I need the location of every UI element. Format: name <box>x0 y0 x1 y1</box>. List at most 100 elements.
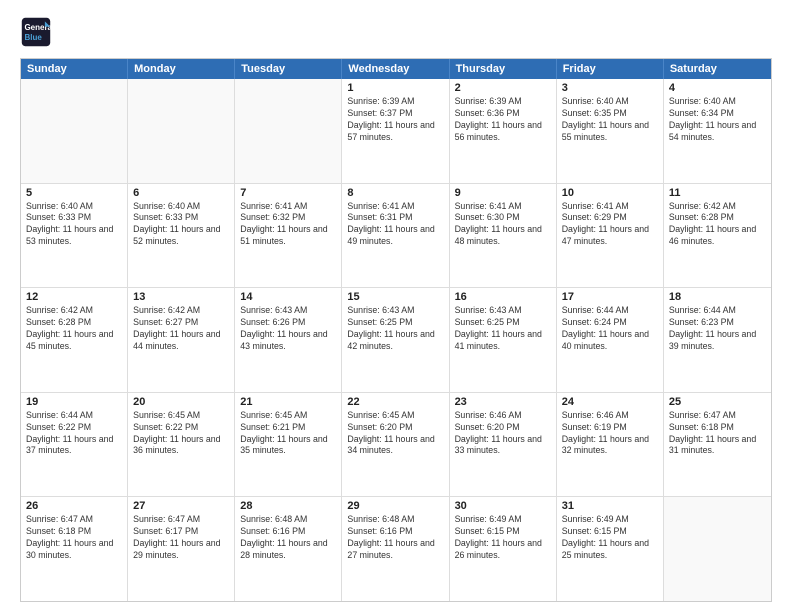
calendar-cell: 15Sunrise: 6:43 AMSunset: 6:25 PMDayligh… <box>342 288 449 392</box>
calendar-row-5: 26 Sunrise: 6:47 AMSunset: 6:18 PMDayligh… <box>21 496 771 601</box>
day-number: 13 <box>133 291 229 303</box>
calendar-cell: 5 Sunrise: 6:40 AMSunset: 6:33 PMDaylight… <box>21 184 128 288</box>
header-day-saturday: Saturday <box>664 59 771 79</box>
cell-info: Sunrise: 6:45 AMSunset: 6:22 PMDaylight:… <box>133 410 229 458</box>
day-number: 8 <box>347 187 443 199</box>
cell-info: Sunrise: 6:44 AMSunset: 6:22 PMDaylight:… <box>26 410 122 458</box>
calendar-cell: 27 Sunrise: 6:47 AMSunset: 6:17 PMDayligh… <box>128 497 235 601</box>
cell-info: Sunrise: 6:40 AMSunset: 6:35 PMDaylight:… <box>562 96 658 144</box>
calendar-cell: 23 Sunrise: 6:46 AMSunset: 6:20 PMDayligh… <box>450 393 557 497</box>
cell-info: Sunrise: 6:42 AMSunset: 6:28 PMDaylight:… <box>26 305 122 353</box>
cell-info: Sunrise: 6:40 AMSunset: 6:34 PMDaylight:… <box>669 96 766 144</box>
cell-info: Sunrise: 6:47 AMSunset: 6:18 PMDaylight:… <box>26 514 122 562</box>
day-number: 10 <box>562 187 658 199</box>
calendar-cell: 6Sunrise: 6:40 AMSunset: 6:33 PMDaylight… <box>128 184 235 288</box>
cell-info: Sunrise: 6:43 AMSunset: 6:25 PMDaylight:… <box>347 305 443 353</box>
day-number: 22 <box>347 396 443 408</box>
day-number: 14 <box>240 291 336 303</box>
calendar-row-4: 19 Sunrise: 6:44 AMSunset: 6:22 PMDayligh… <box>21 392 771 497</box>
logo-icon: General Blue <box>20 16 52 48</box>
calendar-cell: 1Sunrise: 6:39 AMSunset: 6:37 PMDaylight… <box>342 79 449 183</box>
day-number: 19 <box>26 396 122 408</box>
day-number: 12 <box>26 291 122 303</box>
calendar-cell: 10 Sunrise: 6:41 AMSunset: 6:29 PMDayligh… <box>557 184 664 288</box>
calendar-cell: 30Sunrise: 6:49 AMSunset: 6:15 PMDayligh… <box>450 497 557 601</box>
day-number: 25 <box>669 396 766 408</box>
calendar-cell: 22 Sunrise: 6:45 AMSunset: 6:20 PMDayligh… <box>342 393 449 497</box>
cell-info: Sunrise: 6:46 AMSunset: 6:19 PMDaylight:… <box>562 410 658 458</box>
cell-info: Sunrise: 6:48 AMSunset: 6:16 PMDaylight:… <box>347 514 443 562</box>
cell-info: Sunrise: 6:49 AMSunset: 6:15 PMDaylight:… <box>562 514 658 562</box>
page: General Blue SundayMondayTuesdayWednesda… <box>0 0 792 612</box>
calendar-cell <box>235 79 342 183</box>
cell-info: Sunrise: 6:41 AMSunset: 6:30 PMDaylight:… <box>455 201 551 249</box>
cell-info: Sunrise: 6:44 AMSunset: 6:23 PMDaylight:… <box>669 305 766 353</box>
day-number: 5 <box>26 187 122 199</box>
cell-info: Sunrise: 6:46 AMSunset: 6:20 PMDaylight:… <box>455 410 551 458</box>
calendar-cell: 18Sunrise: 6:44 AMSunset: 6:23 PMDayligh… <box>664 288 771 392</box>
cell-info: Sunrise: 6:45 AMSunset: 6:20 PMDaylight:… <box>347 410 443 458</box>
calendar-cell: 26 Sunrise: 6:47 AMSunset: 6:18 PMDayligh… <box>21 497 128 601</box>
calendar-cell: 9 Sunrise: 6:41 AMSunset: 6:30 PMDaylight… <box>450 184 557 288</box>
calendar-cell: 21Sunrise: 6:45 AMSunset: 6:21 PMDayligh… <box>235 393 342 497</box>
cell-info: Sunrise: 6:42 AMSunset: 6:27 PMDaylight:… <box>133 305 229 353</box>
day-number: 26 <box>26 500 122 512</box>
calendar-cell: 31 Sunrise: 6:49 AMSunset: 6:15 PMDayligh… <box>557 497 664 601</box>
day-number: 4 <box>669 82 766 94</box>
header-day-sunday: Sunday <box>21 59 128 79</box>
day-number: 31 <box>562 500 658 512</box>
calendar-cell: 13 Sunrise: 6:42 AMSunset: 6:27 PMDayligh… <box>128 288 235 392</box>
calendar-cell: 4 Sunrise: 6:40 AMSunset: 6:34 PMDaylight… <box>664 79 771 183</box>
day-number: 23 <box>455 396 551 408</box>
calendar-cell: 24 Sunrise: 6:46 AMSunset: 6:19 PMDayligh… <box>557 393 664 497</box>
day-number: 17 <box>562 291 658 303</box>
cell-info: Sunrise: 6:45 AMSunset: 6:21 PMDaylight:… <box>240 410 336 458</box>
cell-info: Sunrise: 6:39 AMSunset: 6:36 PMDaylight:… <box>455 96 551 144</box>
calendar-cell <box>664 497 771 601</box>
cell-info: Sunrise: 6:41 AMSunset: 6:29 PMDaylight:… <box>562 201 658 249</box>
cell-info: Sunrise: 6:47 AMSunset: 6:18 PMDaylight:… <box>669 410 766 458</box>
svg-text:Blue: Blue <box>24 33 42 42</box>
calendar-row-1: 1Sunrise: 6:39 AMSunset: 6:37 PMDaylight… <box>21 79 771 183</box>
day-number: 2 <box>455 82 551 94</box>
calendar-body: 1Sunrise: 6:39 AMSunset: 6:37 PMDaylight… <box>21 79 771 601</box>
calendar-header: SundayMondayTuesdayWednesdayThursdayFrid… <box>21 59 771 79</box>
calendar-cell: 2 Sunrise: 6:39 AMSunset: 6:36 PMDaylight… <box>450 79 557 183</box>
calendar: SundayMondayTuesdayWednesdayThursdayFrid… <box>20 58 772 602</box>
day-number: 3 <box>562 82 658 94</box>
day-number: 20 <box>133 396 229 408</box>
day-number: 28 <box>240 500 336 512</box>
calendar-cell: 3 Sunrise: 6:40 AMSunset: 6:35 PMDaylight… <box>557 79 664 183</box>
header-day-wednesday: Wednesday <box>342 59 449 79</box>
cell-info: Sunrise: 6:40 AMSunset: 6:33 PMDaylight:… <box>26 201 122 249</box>
calendar-row-2: 5 Sunrise: 6:40 AMSunset: 6:33 PMDaylight… <box>21 183 771 288</box>
cell-info: Sunrise: 6:43 AMSunset: 6:25 PMDaylight:… <box>455 305 551 353</box>
cell-info: Sunrise: 6:42 AMSunset: 6:28 PMDaylight:… <box>669 201 766 249</box>
day-number: 24 <box>562 396 658 408</box>
cell-info: Sunrise: 6:49 AMSunset: 6:15 PMDaylight:… <box>455 514 551 562</box>
header-day-friday: Friday <box>557 59 664 79</box>
cell-info: Sunrise: 6:44 AMSunset: 6:24 PMDaylight:… <box>562 305 658 353</box>
calendar-cell <box>21 79 128 183</box>
cell-info: Sunrise: 6:41 AMSunset: 6:32 PMDaylight:… <box>240 201 336 249</box>
calendar-cell: 20 Sunrise: 6:45 AMSunset: 6:22 PMDayligh… <box>128 393 235 497</box>
cell-info: Sunrise: 6:47 AMSunset: 6:17 PMDaylight:… <box>133 514 229 562</box>
day-number: 29 <box>347 500 443 512</box>
day-number: 27 <box>133 500 229 512</box>
day-number: 16 <box>455 291 551 303</box>
calendar-cell: 14 Sunrise: 6:43 AMSunset: 6:26 PMDayligh… <box>235 288 342 392</box>
day-number: 7 <box>240 187 336 199</box>
logo: General Blue <box>20 16 56 48</box>
calendar-cell: 8 Sunrise: 6:41 AMSunset: 6:31 PMDaylight… <box>342 184 449 288</box>
cell-info: Sunrise: 6:41 AMSunset: 6:31 PMDaylight:… <box>347 201 443 249</box>
header-day-monday: Monday <box>128 59 235 79</box>
cell-info: Sunrise: 6:39 AMSunset: 6:37 PMDaylight:… <box>347 96 443 144</box>
day-number: 9 <box>455 187 551 199</box>
header-day-thursday: Thursday <box>450 59 557 79</box>
calendar-cell: 19 Sunrise: 6:44 AMSunset: 6:22 PMDayligh… <box>21 393 128 497</box>
header-day-tuesday: Tuesday <box>235 59 342 79</box>
cell-info: Sunrise: 6:43 AMSunset: 6:26 PMDaylight:… <box>240 305 336 353</box>
cell-info: Sunrise: 6:40 AMSunset: 6:33 PMDaylight:… <box>133 201 229 249</box>
calendar-cell <box>128 79 235 183</box>
calendar-cell: 7 Sunrise: 6:41 AMSunset: 6:32 PMDaylight… <box>235 184 342 288</box>
